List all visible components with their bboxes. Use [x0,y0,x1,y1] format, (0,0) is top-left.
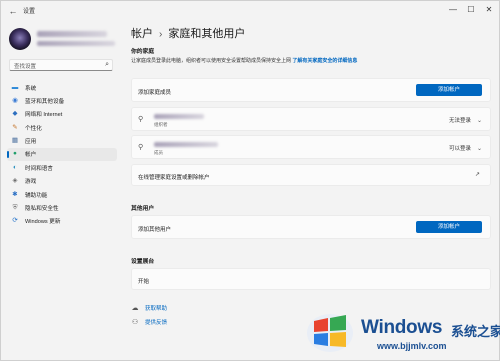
sidebar-item-icon: ✎ [12,123,18,131]
sidebar-item-label: 网络和 Internet [25,112,63,119]
help-chat-icon: ☁ [131,305,139,312]
sidebar-item[interactable]: ◉ 蓝牙和其他设备 [7,94,117,107]
member-role: 成员 [154,150,163,155]
family-description-text: 让家庭成员登录此电脑，组织者可以使用安全设置帮助成员保持安全上网 [131,58,292,64]
add-other-user-label: 添加其他用户 [138,227,172,233]
add-other-user-account-button[interactable]: 添加帐户 [416,221,482,233]
sidebar-item[interactable]: ▦ 应用 [7,135,117,148]
breadcrumb-separator: › [159,29,163,40]
sidebar-item[interactable]: ● 帐户 [7,147,117,161]
sidebar-item[interactable]: ⟳ Windows 更新 [7,215,117,228]
sidebar-item-icon: ✱ [12,190,18,198]
family-description: 让家庭成员登录此电脑，组织者可以使用安全设置帮助成员保持安全上网 了解有关家庭安… [131,57,357,64]
sidebar-item-icon: ◐ [13,163,17,171]
member-name-blurred [154,114,204,119]
sidebar-item[interactable]: ⛨ 隐私和安全性 [7,202,117,215]
add-family-label: 添加家庭成员 [138,90,172,96]
manage-family-online-row[interactable]: 在线管理家庭设置或删除帐户 ↗ [131,164,491,186]
sidebar-nav: ▬ 系统 ◉ 蓝牙和其他设备 ◆ 网络和 Internet ✎ 个性化 ▦ 应用 ● 帐户 ◐ 时间和语言… [7,81,117,228]
kiosk-start-label: 开始 [138,279,150,285]
kiosk-heading: 设置展台 [131,259,155,265]
sidebar-item-icon: ⟳ [12,217,18,225]
family-member-row[interactable]: ⚲ 成员 可以登录 ⌄ [131,135,491,159]
watermark-brand: Windows [361,317,443,338]
user-name-blurred [37,31,107,37]
title-bar: ← 设置 — ☐ ✕ [1,1,500,21]
sidebar-item-icon: ◆ [12,110,18,118]
close-button[interactable]: ✕ [481,3,497,17]
other-users-heading: 其他用户 [131,206,155,212]
breadcrumb: 帐户 › 家庭和其他用户 [131,25,245,41]
sidebar-item-label: 蓝牙和其他设备 [25,98,65,105]
search-input[interactable]: 查找设置 ⌕ [9,59,113,71]
manage-family-label: 在线管理家庭设置或删除帐户 [138,175,210,181]
breadcrumb-parent[interactable]: 帐户 [131,28,153,40]
sidebar-item-icon: ◉ [12,96,18,104]
windows-logo-icon [307,314,353,352]
sidebar-item-icon: ▦ [11,137,19,145]
add-other-user-card: 添加其他用户 添加帐户 [131,215,491,239]
back-arrow-icon[interactable]: ← [7,5,19,17]
page-title: 家庭和其他用户 [168,28,246,40]
sidebar-item-icon: ▬ [11,83,19,91]
sidebar-item-label: Windows 更新 [25,219,61,226]
sidebar-item-icon: ◈ [12,177,18,185]
sidebar-item-icon: ● [13,150,17,158]
external-link-icon: ↗ [474,172,480,178]
sidebar-item[interactable]: ✱ 辅助功能 [7,188,117,201]
family-safety-link[interactable]: 了解有关家庭安全的详细信息 [292,58,357,64]
sidebar-item-label: 隐私和安全性 [25,206,59,213]
chevron-down-icon[interactable]: ⌄ [477,146,482,152]
maximize-button[interactable]: ☐ [463,3,479,17]
family-member-row[interactable]: ⚲ 组织者 无法登录 ⌄ [131,107,491,131]
sidebar-item[interactable]: ◈ 游戏 [7,175,117,188]
watermark-url: www.bjjmlv.com [377,341,447,351]
member-status: 可以登录 ⌄ [448,146,482,152]
watermark-cn: 系统之家 [451,324,500,339]
search-icon: ⌕ [105,61,109,68]
sidebar-item-label: 游戏 [25,179,37,186]
user-email-blurred [37,41,115,46]
settings-window: ← 设置 — ☐ ✕ 查找设置 ⌕ ▬ 系统 ◉ 蓝牙和其他设备 ◆ 网络和 Intern… [0,0,500,361]
member-name-blurred [154,142,218,147]
member-status: 无法登录 ⌄ [448,118,482,124]
chevron-down-icon[interactable]: ⌄ [477,118,482,124]
feedback-link[interactable]: ⚇ 提供反馈 [131,318,167,326]
member-role: 组织者 [154,122,168,127]
sidebar-item[interactable]: ◐ 时间和语言 [7,161,117,174]
sidebar-item-label: 辅助功能 [25,192,48,199]
feedback-person-icon: ⚇ [131,319,139,326]
person-icon: ⚲ [138,116,144,123]
sidebar-item-label: 系统 [25,85,37,92]
family-heading: 你的家庭 [131,49,155,55]
search-placeholder: 查找设置 [14,64,37,70]
sidebar-item[interactable]: ✎ 个性化 [7,121,117,134]
sidebar-item-label: 应用 [25,139,37,146]
sidebar-item[interactable]: ▬ 系统 [7,81,117,94]
kiosk-start-row[interactable]: 开始 [131,268,491,290]
get-help-link[interactable]: ☁ 获取帮助 [131,304,168,312]
sidebar-item-icon: ⛨ [12,204,18,212]
avatar[interactable] [9,28,31,50]
person-icon: ⚲ [138,144,144,151]
minimize-button[interactable]: — [445,3,461,17]
add-family-account-button[interactable]: 添加帐户 [416,84,482,96]
sidebar-item-label: 时间和语言 [25,165,53,172]
sidebar-item-label: 个性化 [25,125,42,132]
app-title: 设置 [23,9,36,15]
sidebar-item[interactable]: ◆ 网络和 Internet [7,108,117,121]
sidebar-item-label: 帐户 [25,152,37,159]
add-family-card: 添加家庭成员 添加帐户 [131,78,491,102]
